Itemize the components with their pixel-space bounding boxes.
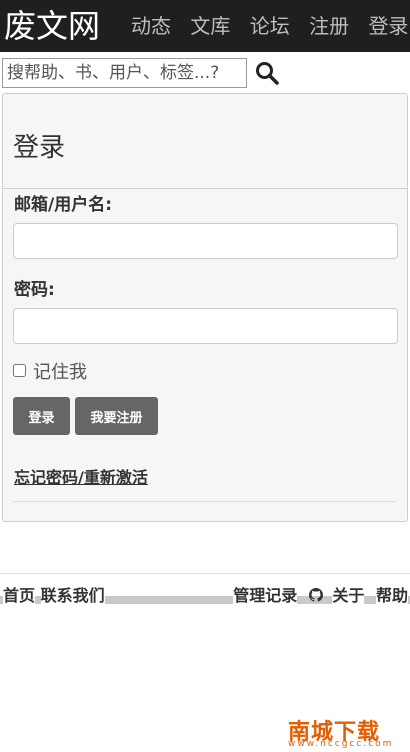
remember-checkbox[interactable] (13, 364, 26, 377)
footer-home-link[interactable]: 首页 (3, 586, 36, 605)
footer-contact-link[interactable]: 联系我们 (40, 586, 105, 605)
nav-item-library[interactable]: 文库 (190, 14, 230, 38)
forgot-password-link[interactable]: 忘记密码/重新激活 (14, 467, 148, 489)
watermark-logo: 南城下载 www.nccgcc.com (288, 714, 406, 749)
register-button[interactable]: 我要注册 (75, 397, 158, 435)
email-label: 邮箱/用户名: (14, 195, 113, 215)
nav-item-forum[interactable]: 论坛 (250, 14, 290, 38)
password-field[interactable] (13, 308, 398, 344)
site-logo[interactable]: 废文网 (4, 6, 100, 46)
footer-help-link[interactable]: 帮助 (375, 586, 408, 605)
footer: 首页 联系我们 管理记录 关于 帮助 (0, 582, 410, 606)
title-divider (3, 188, 407, 189)
login-panel: 登录 邮箱/用户名: 密码: 记住我 登录 我要注册 忘记密码/重新激活 (2, 93, 408, 522)
nav-item-register[interactable]: 注册 (309, 14, 349, 38)
nav-item-login[interactable]: 登录 (368, 14, 408, 38)
footer-about-link[interactable]: 关于 (332, 586, 365, 605)
nav-item-activity[interactable]: 动态 (131, 14, 171, 38)
search-icon[interactable] (254, 60, 280, 86)
email-field[interactable] (13, 223, 398, 259)
top-navbar: 废文网 动态 文库 论坛 注册 登录 (0, 0, 410, 52)
main-nav: 动态 文库 论坛 注册 登录 (131, 12, 410, 40)
github-icon[interactable] (308, 588, 323, 602)
footer-divider (0, 573, 410, 574)
watermark-url: www.nccgcc.com (288, 739, 394, 749)
login-button[interactable]: 登录 (13, 397, 70, 435)
search-bar (0, 58, 410, 90)
login-title: 登录 (13, 133, 66, 163)
password-label: 密码: (14, 280, 55, 300)
remember-label: 记住我 (33, 362, 87, 383)
search-input[interactable] (2, 58, 247, 88)
footer-admin-log-link[interactable]: 管理记录 (233, 586, 298, 605)
forgot-divider (13, 501, 397, 502)
